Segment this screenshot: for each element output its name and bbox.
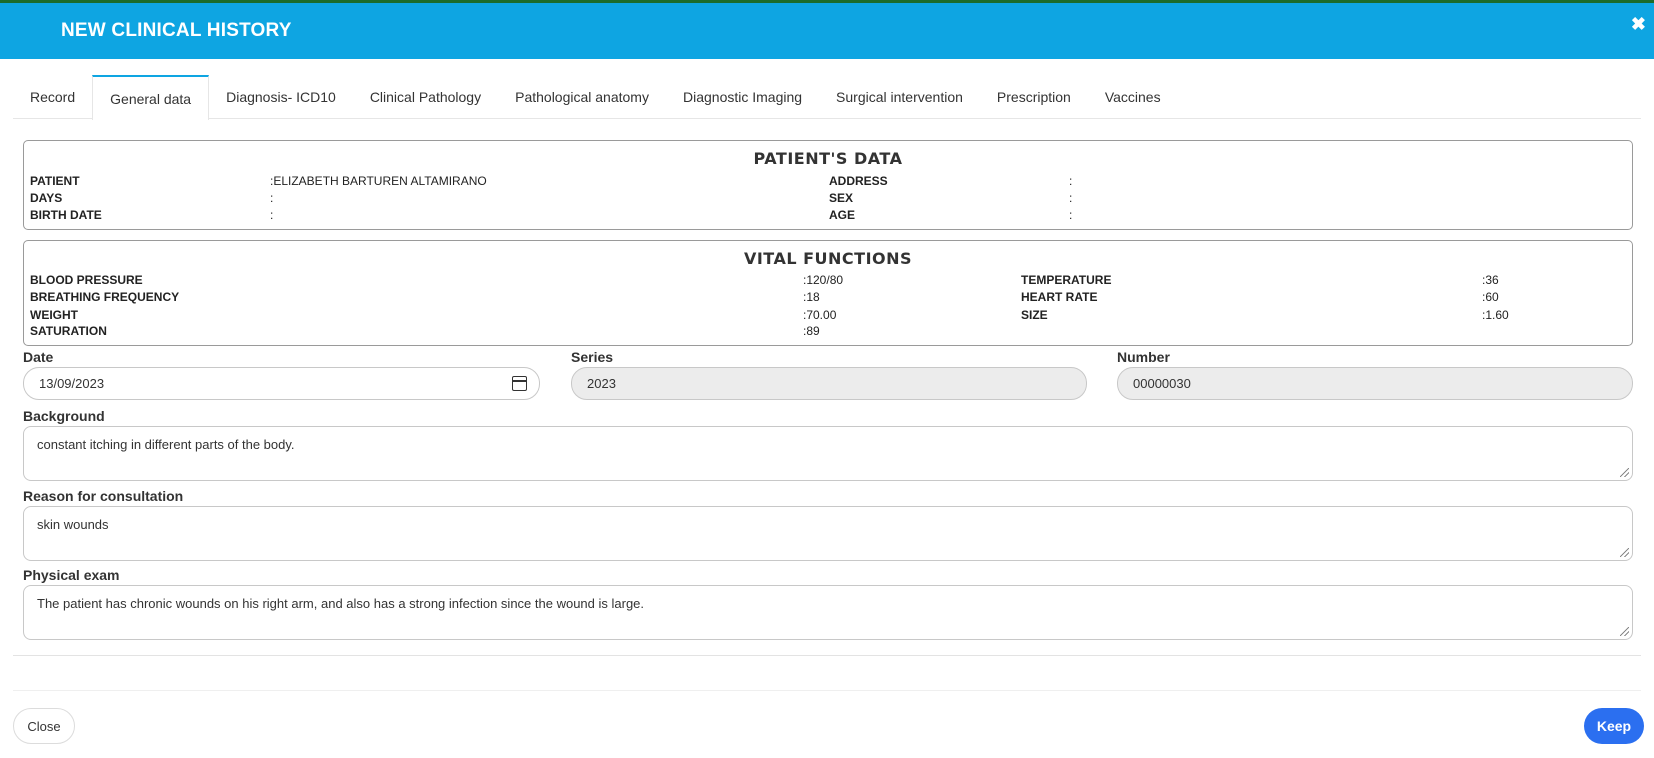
background-value: constant itching in different parts of t… bbox=[37, 437, 295, 452]
saturation-value: :89 bbox=[803, 324, 820, 338]
background-label: Background bbox=[23, 408, 105, 424]
saturation-label: SATURATION bbox=[30, 324, 107, 338]
heart-rate-value: :60 bbox=[1482, 290, 1499, 304]
resize-handle-icon[interactable] bbox=[1620, 548, 1629, 557]
weight-value: :70.00 bbox=[803, 308, 837, 322]
blood-pressure-label: BLOOD PRESSURE bbox=[30, 273, 143, 287]
patient-data-title: PATIENT'S DATA bbox=[753, 149, 903, 168]
days-value: : bbox=[270, 191, 274, 205]
size-value: :1.60 bbox=[1482, 308, 1509, 322]
patient-data-panel: PATIENT'S DATA PATIENT :ELIZABETH BARTUR… bbox=[23, 140, 1633, 230]
reason-textarea[interactable]: skin wounds bbox=[23, 506, 1633, 561]
size-label: SIZE bbox=[1021, 308, 1048, 322]
patient-value: :ELIZABETH BARTUREN ALTAMIRANO bbox=[270, 174, 487, 188]
number-input[interactable]: 00000030 bbox=[1117, 367, 1633, 400]
physical-exam-value: The patient has chronic wounds on his ri… bbox=[37, 596, 645, 611]
birth-date-label: BIRTH DATE bbox=[30, 208, 102, 222]
reason-value: skin wounds bbox=[37, 517, 109, 532]
tab-record[interactable]: Record bbox=[13, 75, 92, 119]
vital-functions-panel: VITAL FUNCTIONS BLOOD PRESSURE :120/80 B… bbox=[23, 240, 1633, 346]
footer-divider bbox=[13, 690, 1641, 691]
modal-header: NEW CLINICAL HISTORY ✖ bbox=[0, 3, 1654, 59]
age-label: AGE bbox=[829, 208, 856, 222]
number-label: Number bbox=[1117, 349, 1170, 365]
sex-label: SEX bbox=[829, 191, 854, 205]
age-value: : bbox=[1069, 208, 1073, 222]
series-value: 2023 bbox=[587, 376, 616, 391]
physical-exam-label: Physical exam bbox=[23, 567, 120, 583]
resize-handle-icon[interactable] bbox=[1620, 627, 1629, 636]
temperature-value: :36 bbox=[1482, 273, 1499, 287]
tab-diagnosis-icd10[interactable]: Diagnosis- ICD10 bbox=[209, 75, 353, 119]
number-value: 00000030 bbox=[1133, 376, 1191, 391]
tab-diagnostic-imaging[interactable]: Diagnostic Imaging bbox=[666, 75, 819, 119]
address-value: : bbox=[1069, 174, 1073, 188]
keep-button[interactable]: Keep bbox=[1584, 708, 1644, 744]
weight-label: WEIGHT bbox=[30, 308, 78, 322]
tab-clinical-pathology[interactable]: Clinical Pathology bbox=[353, 75, 498, 119]
close-button[interactable]: Close bbox=[13, 708, 75, 744]
address-label: ADDRESS bbox=[829, 174, 888, 188]
sex-value: : bbox=[1069, 191, 1073, 205]
breathing-frequency-label: BREATHING FREQUENCY bbox=[30, 290, 180, 304]
blood-pressure-value: :120/80 bbox=[803, 273, 844, 287]
date-value: 13/09/2023 bbox=[39, 376, 105, 391]
tab-vaccines[interactable]: Vaccines bbox=[1088, 75, 1178, 119]
background-textarea[interactable]: constant itching in different parts of t… bbox=[23, 426, 1633, 481]
days-label: DAYS bbox=[30, 191, 63, 205]
tab-bar: Record General data Diagnosis- ICD10 Cli… bbox=[13, 75, 1641, 120]
resize-handle-icon[interactable] bbox=[1620, 468, 1629, 477]
tab-general-data[interactable]: General data bbox=[92, 75, 210, 120]
physical-exam-textarea[interactable]: The patient has chronic wounds on his ri… bbox=[23, 585, 1633, 640]
vital-functions-title: VITAL FUNCTIONS bbox=[743, 249, 913, 268]
heart-rate-label: HEART RATE bbox=[1021, 290, 1098, 304]
close-icon[interactable]: ✖ bbox=[1631, 15, 1646, 33]
series-input[interactable]: 2023 bbox=[571, 367, 1087, 400]
patient-label: PATIENT bbox=[30, 174, 80, 188]
series-label: Series bbox=[571, 349, 614, 365]
tab-prescription[interactable]: Prescription bbox=[980, 75, 1088, 119]
breathing-frequency-value: :18 bbox=[803, 290, 820, 304]
date-input[interactable]: 13/09/2023 bbox=[23, 367, 540, 400]
birth-date-value: : bbox=[270, 208, 274, 222]
tab-surgical-intervention[interactable]: Surgical intervention bbox=[819, 75, 980, 119]
content-divider bbox=[13, 655, 1641, 656]
date-label: Date bbox=[23, 349, 54, 365]
temperature-label: TEMPERATURE bbox=[1021, 273, 1112, 287]
tab-pathological-anatomy[interactable]: Pathological anatomy bbox=[498, 75, 666, 119]
modal-title: NEW CLINICAL HISTORY bbox=[61, 20, 292, 41]
calendar-icon[interactable] bbox=[512, 376, 527, 391]
reason-label: Reason for consultation bbox=[23, 488, 184, 504]
